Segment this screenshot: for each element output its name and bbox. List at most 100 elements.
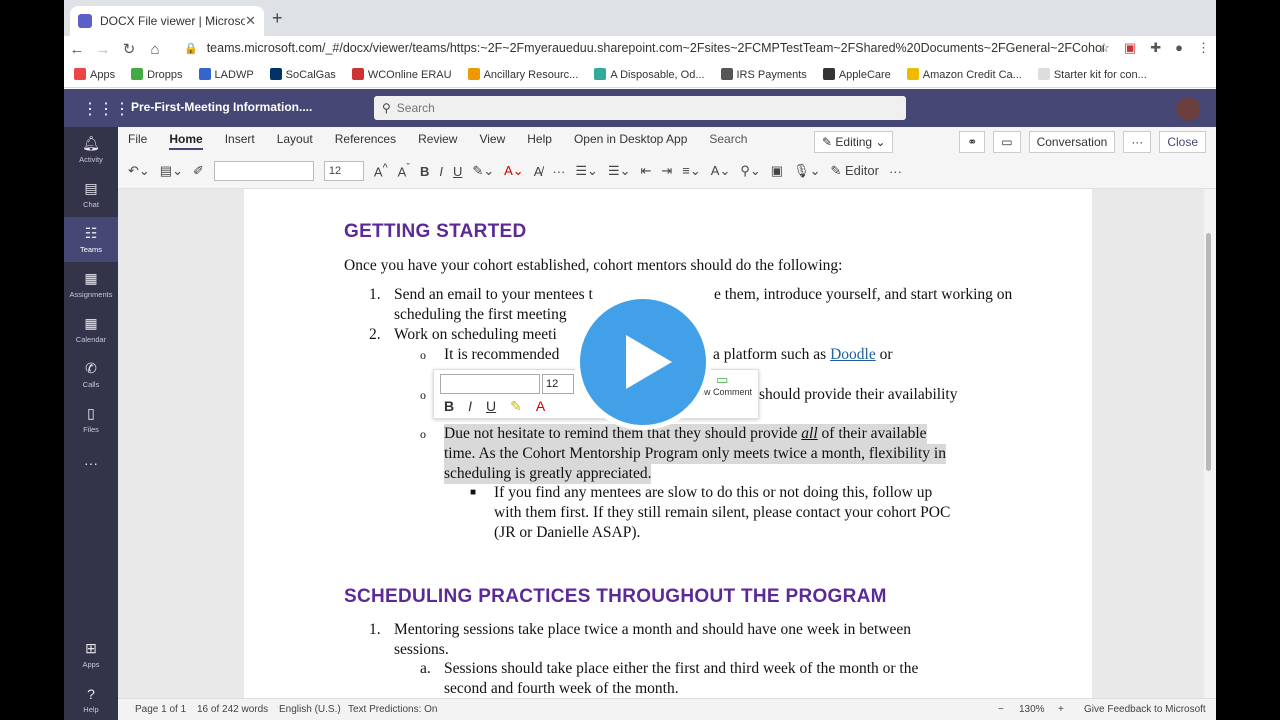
tab-help[interactable]: Help — [527, 132, 552, 150]
bookmark-item[interactable]: WCOnline ERAU — [351, 68, 452, 81]
rail-activity[interactable]: 🔔︎ Activity — [64, 127, 118, 172]
rail-calendar[interactable]: ▦ Calendar — [64, 307, 118, 352]
menu-icon[interactable]: ⋮ — [1197, 40, 1210, 56]
search-box[interactable]: ⚲ — [374, 96, 906, 120]
bookmark-item[interactable]: Amazon Credit Ca... — [906, 68, 1022, 81]
mini-size-select[interactable]: 12 — [542, 374, 574, 394]
scroll-thumb[interactable] — [1206, 233, 1211, 471]
decrease-indent-icon[interactable]: ⇤ — [640, 163, 651, 179]
shrink-font-icon[interactable]: Aˇ — [398, 162, 410, 179]
rail-chat[interactable]: ▤ Chat — [64, 172, 118, 217]
url-text: teams.microsoft.com/_#/docx/viewer/teams… — [206, 41, 1104, 55]
browser-tab[interactable]: DOCX File viewer | Microsoft T ✕ — [70, 6, 264, 36]
rail-more[interactable]: ··· — [64, 442, 118, 487]
zoom-level[interactable]: 130% — [1019, 704, 1045, 715]
bookmark-item[interactable]: Starter kit for con... — [1037, 68, 1147, 81]
more-font-icon[interactable]: ··· — [552, 164, 565, 179]
bookmark-item[interactable]: A Disposable, Od... — [594, 68, 705, 81]
new-tab-icon[interactable]: + — [272, 8, 283, 29]
zoom-out-icon[interactable]: − — [998, 704, 1004, 715]
tab-home[interactable]: Home — [169, 132, 203, 150]
bookmark-item[interactable]: AppleCare — [822, 68, 891, 81]
font-family-select[interactable] — [213, 161, 314, 181]
font-size-select[interactable]: 12 — [323, 161, 364, 181]
italic-icon[interactable]: I — [439, 164, 443, 179]
paste-icon[interactable]: ▤⌄ — [160, 163, 183, 179]
close-tab-icon[interactable]: ✕ — [245, 13, 256, 29]
mini-underline-icon[interactable]: U — [486, 398, 496, 415]
reload-icon[interactable]: ↻ — [116, 40, 142, 58]
bookmark-item[interactable]: LADWP — [198, 68, 254, 81]
url-bar[interactable]: 🔒 teams.microsoft.com/_#/docx/viewer/tea… — [176, 36, 1104, 60]
puzzle-icon[interactable]: ✚ — [1150, 40, 1161, 56]
ribbon-search[interactable]: Search — [709, 132, 747, 150]
mini-font-select[interactable] — [440, 374, 540, 394]
bookmark-item[interactable]: Ancillary Resourc... — [467, 68, 578, 81]
link-icon[interactable]: ⚭ — [959, 131, 986, 153]
open-desktop-button[interactable]: Open in Desktop App — [574, 132, 687, 150]
rail-assignments[interactable]: ▦ Assignments — [64, 262, 118, 307]
bookmark-item[interactable]: Dropps — [131, 68, 183, 81]
app-launcher-icon[interactable]: ⋮⋮⋮ — [82, 99, 130, 119]
mini-bold-icon[interactable]: B — [444, 398, 454, 415]
text-predictions[interactable]: Text Predictions: On — [348, 704, 437, 715]
avatar[interactable] — [1176, 97, 1200, 121]
vertical-scrollbar[interactable] — [1204, 189, 1216, 698]
home-icon[interactable]: ⌂ — [142, 41, 168, 58]
rail-teams[interactable]: ☷ Teams — [64, 217, 118, 262]
document-page[interactable]: GETTING STARTED Once you have your cohor… — [244, 189, 1092, 698]
rail-apps[interactable]: ⊞ Apps — [64, 632, 118, 677]
profile-icon[interactable]: ● — [1175, 40, 1183, 56]
rail-files[interactable]: ▯ Files — [64, 397, 118, 442]
bookmark-item[interactable]: IRS Payments — [720, 68, 807, 81]
back-icon[interactable]: ← — [64, 41, 90, 58]
rail-label: Files — [83, 425, 99, 434]
underline-icon[interactable]: U — [453, 164, 462, 179]
bullets-icon[interactable]: ☰⌄ — [575, 163, 598, 179]
tab-layout[interactable]: Layout — [277, 132, 313, 150]
feedback-link[interactable]: Give Feedback to Microsoft — [1084, 704, 1206, 715]
forward-icon[interactable]: → — [90, 41, 116, 58]
doodle-link[interactable]: Doodle — [830, 346, 876, 363]
comment-icon[interactable]: ▭ — [993, 131, 1021, 153]
search-input[interactable] — [396, 101, 877, 115]
language[interactable]: English (U.S.) — [279, 704, 341, 715]
highlight-icon[interactable]: ✎⌄ — [472, 163, 494, 179]
rail-help[interactable]: ? Help — [64, 677, 118, 720]
editor-button[interactable]: ✎ Editor — [830, 163, 878, 179]
tab-review[interactable]: Review — [418, 132, 457, 150]
tab-file[interactable]: File — [128, 132, 147, 150]
editing-mode-button[interactable]: ✎ Editing ⌄ — [814, 131, 894, 153]
video-play-button[interactable] — [575, 294, 711, 430]
font-color-icon[interactable]: A⌄ — [504, 163, 524, 179]
tab-view[interactable]: View — [479, 132, 505, 150]
increase-indent-icon[interactable]: ⇥ — [661, 163, 672, 179]
format-painter-icon[interactable]: ✐ — [193, 163, 204, 179]
more-options-icon[interactable]: ··· — [1123, 131, 1152, 153]
mini-highlight-icon[interactable]: ✎ — [510, 398, 522, 415]
bookmark-item[interactable]: SoCalGas — [269, 68, 336, 81]
star-icon[interactable]: ☆ — [1098, 40, 1110, 56]
conversation-button[interactable]: Conversation — [1028, 131, 1116, 153]
clear-format-icon[interactable]: A̸ — [534, 164, 543, 179]
zoom-in-icon[interactable]: + — [1058, 704, 1064, 715]
reuse-icon[interactable]: ▣ — [771, 163, 783, 179]
undo-icon[interactable]: ↶⌄ — [128, 163, 150, 179]
word-count[interactable]: 16 of 242 words — [197, 704, 268, 715]
close-button[interactable]: Close — [1159, 131, 1206, 153]
dictate-icon[interactable]: 🎙︎⌄ — [793, 163, 820, 179]
bold-icon[interactable]: B — [420, 164, 429, 179]
mini-italic-icon[interactable]: I — [468, 398, 472, 415]
extension-icon[interactable]: ▣ — [1124, 40, 1136, 56]
tab-references[interactable]: References — [335, 132, 396, 150]
ribbon-more-icon[interactable]: ··· — [889, 164, 902, 179]
tab-insert[interactable]: Insert — [225, 132, 255, 150]
align-icon[interactable]: ≡⌄ — [682, 163, 700, 179]
find-icon[interactable]: ⚲⌄ — [740, 163, 760, 179]
rail-calls[interactable]: ✆ Calls — [64, 352, 118, 397]
grow-font-icon[interactable]: A^ — [374, 162, 388, 179]
numbering-icon[interactable]: ☰⌄ — [608, 163, 631, 179]
mini-font-color-icon[interactable]: A — [536, 398, 545, 415]
styles-icon[interactable]: A⌄ — [711, 163, 731, 179]
bookmark-item[interactable]: Apps — [74, 68, 115, 81]
